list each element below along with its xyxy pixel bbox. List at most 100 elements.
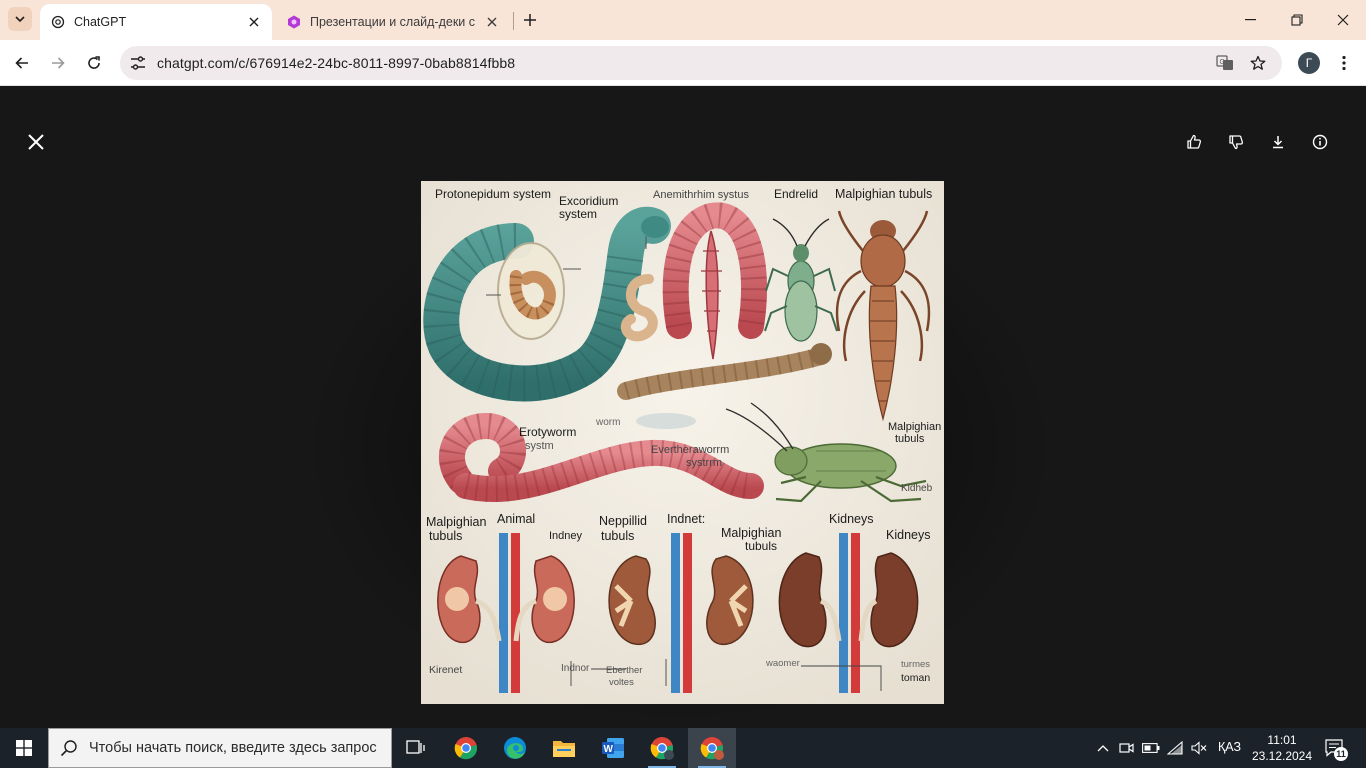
arrow-right-icon (52, 57, 65, 69)
label-protonephridium: Protonepidum system (435, 187, 551, 201)
chrome-taskbar-icon[interactable] (442, 728, 490, 768)
info-button[interactable] (1308, 130, 1332, 154)
like-button[interactable] (1182, 130, 1206, 154)
arrow-left-icon (15, 57, 28, 69)
restore-icon (1291, 14, 1303, 26)
label-bl-malp-2: tubuls (429, 529, 462, 543)
profile-avatar[interactable]: Г (1298, 52, 1320, 74)
label-bl-malp-1: Malpighian (426, 515, 487, 529)
close-window-button[interactable] (1320, 0, 1366, 40)
volume-muted-icon[interactable] (1188, 728, 1210, 768)
label-excretory-1: Excoridium (559, 194, 618, 208)
meet-now-icon[interactable] (1116, 728, 1138, 768)
restore-button[interactable] (1274, 0, 1320, 40)
menu-kebab-icon[interactable] (1334, 52, 1354, 74)
close-icon (1337, 14, 1349, 26)
chrome-profile-taskbar-icon[interactable] (638, 728, 686, 768)
reload-button[interactable] (80, 49, 108, 77)
label-indney: Indney (549, 530, 583, 542)
close-tab-icon[interactable] (246, 14, 262, 30)
chrome-icon (700, 737, 724, 760)
task-view-icon (406, 740, 425, 754)
tab-chatgpt[interactable]: ChatGPT (40, 4, 272, 40)
chrome-icon (650, 737, 674, 760)
label-anemithrim: Anemithrhim systus (653, 189, 749, 201)
tab-title: Презентации и слайд-деки с AI (310, 15, 478, 29)
windows-logo-icon (16, 740, 32, 756)
wifi-icon[interactable] (1164, 728, 1186, 768)
label-toman: toman (901, 672, 930, 684)
browser-toolbar: chatgpt.com/c/676914e2-24bc-8011-8997-0b… (0, 40, 1366, 86)
label-eretherwarm-1: Evertheraworrm (651, 444, 729, 456)
input-language[interactable]: ҚАЗ (1218, 740, 1241, 754)
label-kidneys-1: Kidneys (829, 512, 873, 526)
folder-icon (553, 741, 575, 757)
chevron-down-icon (15, 16, 25, 23)
chevron-up-icon (1097, 745, 1109, 752)
site-info-icon[interactable] (126, 51, 150, 75)
label-nephilid-2: tubuls (601, 529, 634, 543)
generated-image: Protonepidum system Excoridium system An… (421, 181, 944, 704)
close-tab-icon[interactable] (484, 14, 500, 30)
system-clock[interactable]: 11:01 23.12.2024 (1244, 732, 1320, 764)
close-viewer-button[interactable] (24, 130, 48, 154)
label-turmes: turmes (901, 659, 930, 670)
search-placeholder: Чтобы начать поиск, введите здесь запрос (89, 740, 377, 756)
forward-button[interactable] (44, 49, 72, 77)
chatgpt-logo-icon (50, 14, 66, 30)
start-button[interactable] (0, 728, 48, 768)
show-hidden-icons-button[interactable] (1092, 728, 1114, 768)
chrome-icon (454, 737, 478, 760)
word-icon: W (602, 738, 624, 758)
thumbs-down-icon (1229, 135, 1244, 150)
back-button[interactable] (8, 49, 36, 77)
label-kidhes: Kidheb (901, 483, 933, 494)
label-waomer: waomer (765, 658, 800, 669)
thumbs-up-icon (1187, 134, 1202, 149)
new-tab-button[interactable] (520, 10, 540, 30)
download-icon (1273, 136, 1283, 149)
download-button[interactable] (1266, 130, 1290, 154)
notification-count-badge: 11 (1334, 747, 1348, 761)
reload-icon (88, 56, 100, 69)
label-kidneys-2: Kidneys (886, 528, 930, 542)
translate-icon[interactable]: G (1214, 53, 1236, 73)
clock-date: 23.12.2024 (1251, 749, 1313, 763)
label-animal: Animal (497, 512, 535, 526)
label-malp-right-2: tubuls (895, 433, 925, 445)
tab-title: ChatGPT (74, 15, 127, 29)
label-eberther-1: Eberther (606, 665, 642, 676)
dislike-button[interactable] (1224, 130, 1248, 154)
edge-icon (504, 737, 526, 759)
file-explorer-taskbar-icon[interactable] (540, 728, 588, 768)
bookmark-star-icon[interactable] (1247, 53, 1269, 73)
label-malpighian-top: Malpighian tubuls (835, 187, 932, 201)
label-eretherwarm-2: systrrm (686, 457, 722, 469)
address-bar[interactable]: chatgpt.com/c/676914e2-24bc-8011-8997-0b… (120, 46, 1282, 80)
close-icon (28, 134, 44, 150)
word-taskbar-icon[interactable]: W (589, 728, 637, 768)
minimize-icon (1245, 19, 1256, 21)
task-view-button[interactable] (392, 728, 440, 768)
url-text: chatgpt.com/c/676914e2-24bc-8011-8997-0b… (157, 55, 516, 71)
label-excretory-2: system (559, 207, 597, 221)
minimize-button[interactable] (1228, 0, 1274, 40)
gamma-logo-icon (286, 14, 302, 30)
tab-search-button[interactable] (8, 7, 32, 31)
chrome-active-taskbar-icon[interactable] (688, 728, 736, 768)
taskbar-search[interactable]: Чтобы начать поиск, введите здесь запрос (48, 728, 392, 768)
label-indnor: Indnor (561, 663, 590, 674)
windows-taskbar: Чтобы начать поиск, введите здесь запрос… (0, 728, 1366, 768)
label-kirenet: Kirenet (429, 664, 462, 676)
svg-text:W: W (604, 744, 614, 755)
plus-icon (524, 14, 536, 26)
label-malp-mid-2: tubuls (745, 539, 777, 553)
label-earthworm-1: Erotyworm (519, 425, 576, 439)
tab-presentations[interactable]: Презентации и слайд-деки с AI (276, 4, 510, 40)
edge-taskbar-icon[interactable] (491, 728, 539, 768)
notification-center-button[interactable]: 11 (1322, 736, 1348, 761)
tab-separator (513, 12, 514, 30)
image-viewer: Protonepidum system Excoridium system An… (0, 87, 1366, 728)
label-indnet: Indnet: (667, 512, 705, 526)
battery-icon[interactable] (1140, 728, 1162, 768)
